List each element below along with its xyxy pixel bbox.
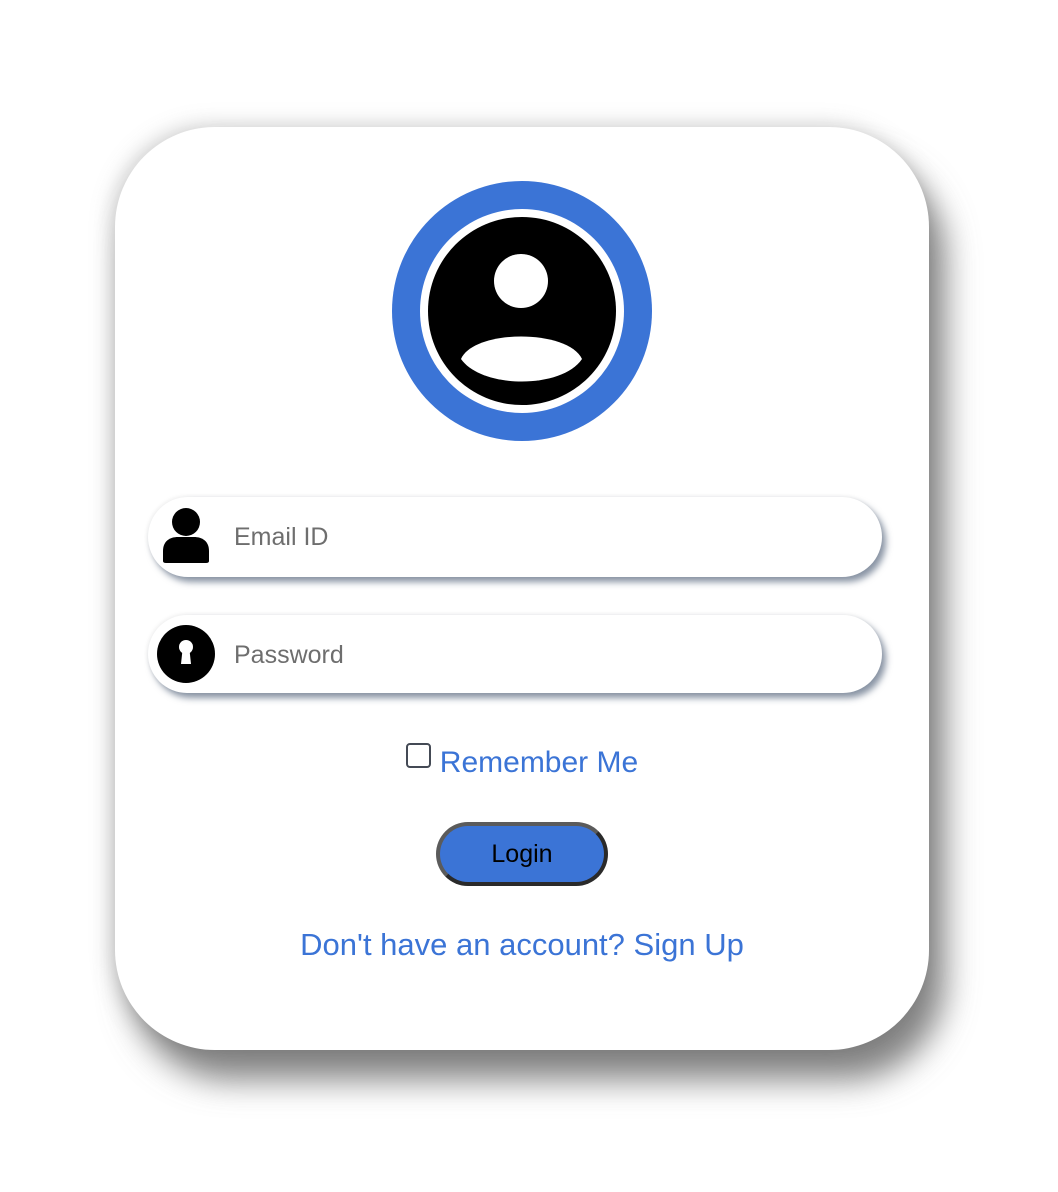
user-avatar-icon xyxy=(392,181,652,441)
keyhole-icon xyxy=(156,623,218,685)
password-input[interactable] xyxy=(234,629,854,681)
signup-prompt-text[interactable]: Don't have an account? xyxy=(300,927,625,962)
password-field xyxy=(148,615,882,693)
remember-me-label[interactable]: Remember Me xyxy=(440,746,638,779)
login-button[interactable]: Login xyxy=(436,822,608,886)
signup-prompt: Don't have an account? Sign Up xyxy=(115,927,929,963)
remember-me-checkbox[interactable] xyxy=(405,743,431,768)
email-input[interactable] xyxy=(234,511,854,563)
signup-link[interactable]: Sign Up xyxy=(634,927,744,962)
email-field xyxy=(148,497,882,577)
remember-me: Remember Me xyxy=(115,743,929,780)
user-icon xyxy=(156,505,218,567)
page: Remember Me Login Don't have an account?… xyxy=(0,0,1058,1192)
login-card: Remember Me Login Don't have an account?… xyxy=(115,127,929,1050)
